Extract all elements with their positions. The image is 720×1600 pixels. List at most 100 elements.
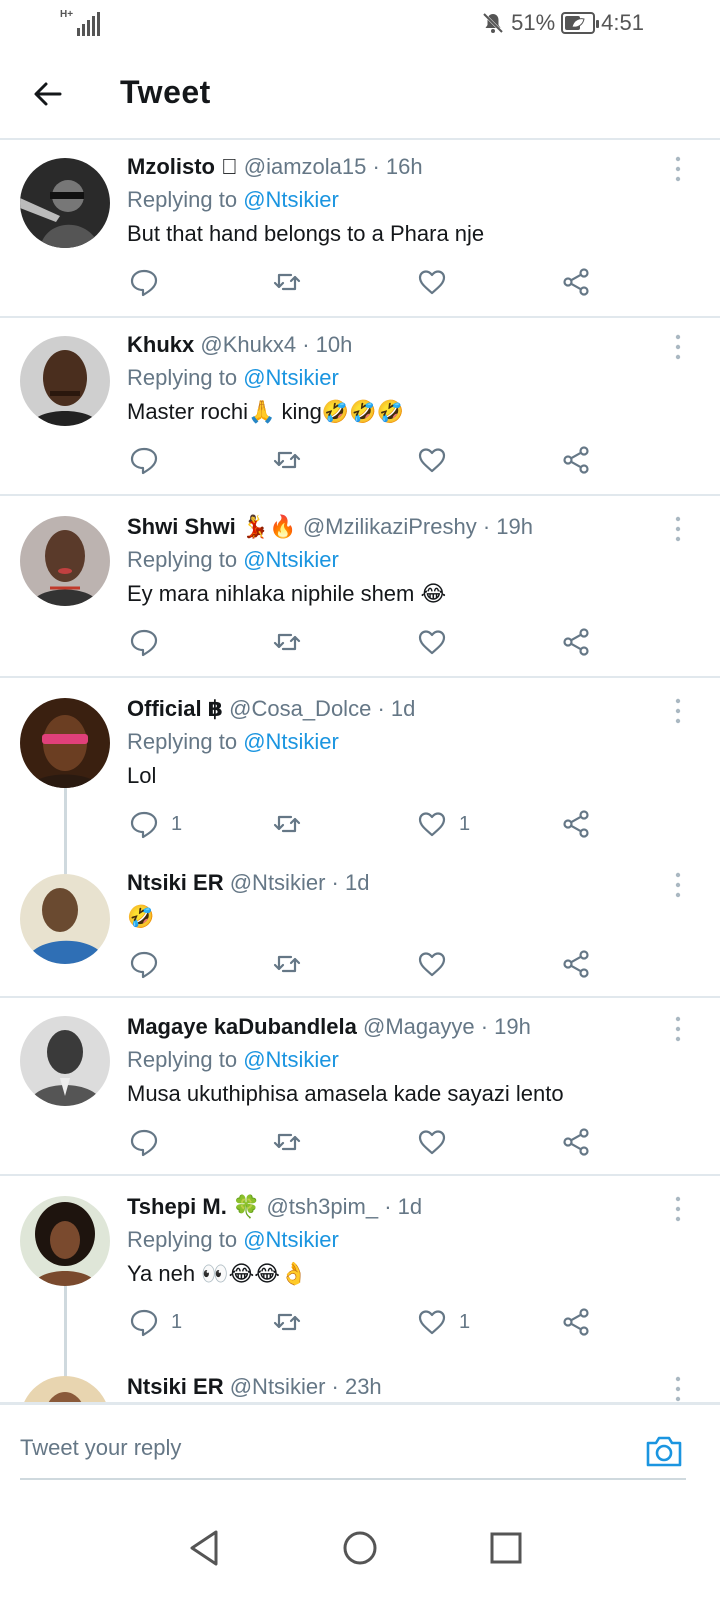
reply-button[interactable] (129, 262, 171, 302)
like-button[interactable] (417, 262, 459, 302)
share-button[interactable] (561, 804, 591, 844)
display-name[interactable]: Mzolisto  (127, 154, 238, 179)
more-options-button[interactable] (666, 332, 690, 362)
display-name[interactable]: Magaye kaDubandlela (127, 1014, 357, 1039)
like-button[interactable]: 1 (417, 1302, 470, 1342)
more-options-button[interactable] (666, 696, 690, 726)
display-name[interactable]: Shwi Shwi 💃🔥 (127, 514, 297, 539)
like-button[interactable] (417, 944, 459, 984)
more-vertical-icon (675, 698, 681, 724)
display-name[interactable]: Ntsiki ER (127, 870, 224, 895)
heart-icon (418, 1130, 446, 1155)
like-button[interactable] (417, 1122, 459, 1162)
tweet-item[interactable]: Mzolisto  @iamzola15 · 16h Replying to … (0, 140, 720, 318)
tweet-thread[interactable]: Tshepi M. 🍀 @tsh3pim_ · 1d Replying to @… (0, 1176, 720, 1402)
reply-count: 1 (171, 812, 183, 835)
display-name[interactable]: Khukx (127, 332, 194, 357)
more-options-button[interactable] (666, 1374, 690, 1402)
reply-feed[interactable]: Mzolisto  @iamzola15 · 16h Replying to … (0, 140, 720, 1402)
handle[interactable]: @iamzola15 (244, 154, 367, 179)
avatar[interactable] (20, 1016, 110, 1106)
tweet-actions (127, 944, 607, 984)
avatar[interactable] (20, 1376, 110, 1402)
network-type: H+ (60, 9, 74, 20)
share-button[interactable] (561, 1302, 591, 1342)
like-button[interactable] (417, 440, 459, 480)
mention-link[interactable]: @Ntsikier (243, 187, 339, 212)
more-options-button[interactable] (666, 1014, 690, 1044)
reply-button[interactable]: 1 (129, 804, 182, 844)
reply-icon (130, 1309, 158, 1337)
share-button[interactable] (561, 622, 591, 662)
tweet-item[interactable]: Shwi Shwi 💃🔥 @MzilikaziPreshy · 19h Repl… (0, 496, 720, 678)
timestamp: · 1d (331, 870, 370, 895)
reply-button[interactable] (129, 944, 171, 984)
replying-to: Replying to @Ntsikier (127, 727, 690, 757)
nav-home-button[interactable] (338, 1526, 382, 1570)
retweet-button[interactable] (272, 262, 302, 302)
retweet-button[interactable] (272, 440, 302, 480)
avatar[interactable] (20, 698, 110, 788)
more-options-button[interactable] (666, 514, 690, 544)
retweet-button[interactable] (272, 1302, 302, 1342)
retweet-button[interactable] (272, 1122, 302, 1162)
avatar[interactable] (20, 336, 110, 426)
replying-prefix: Replying to (127, 1227, 238, 1252)
more-options-button[interactable] (666, 1194, 690, 1224)
avatar[interactable] (20, 158, 110, 248)
reply-button[interactable] (129, 1122, 171, 1162)
avatar[interactable] (20, 1196, 110, 1286)
share-button[interactable] (561, 262, 591, 302)
display-name[interactable]: Official ฿ (127, 696, 223, 721)
handle[interactable]: @Magayye (363, 1014, 475, 1039)
camera-button[interactable] (644, 1433, 684, 1469)
retweet-button[interactable] (272, 622, 302, 662)
display-name[interactable]: Ntsiki ER (127, 1374, 224, 1399)
reply-button[interactable]: 1 (129, 1302, 182, 1342)
tweet-item[interactable]: Khukx @Khukx4 · 10h Replying to @Ntsikie… (0, 318, 720, 496)
like-button[interactable] (417, 622, 459, 662)
handle[interactable]: @Cosa_Dolce (229, 696, 371, 721)
share-icon (563, 268, 589, 296)
avatar[interactable] (20, 874, 110, 964)
mention-link[interactable]: @Ntsikier (243, 365, 339, 390)
handle[interactable]: @Khukx4 (200, 332, 296, 357)
thread-line (64, 1286, 67, 1378)
like-button[interactable]: 1 (417, 804, 470, 844)
handle[interactable]: @tsh3pim_ (266, 1194, 378, 1219)
tweet-thread[interactable]: Official ฿ @Cosa_Dolce · 1d Replying to … (0, 678, 720, 998)
replying-to: Replying to @Ntsikier (127, 185, 690, 215)
tweet-header: Tshepi M. 🍀 @tsh3pim_ · 1d (127, 1192, 690, 1222)
more-options-button[interactable] (666, 870, 690, 900)
retweet-icon (273, 815, 301, 833)
display-name[interactable]: Tshepi M. 🍀 (127, 1194, 260, 1219)
retweet-button[interactable] (272, 944, 302, 984)
reply-button[interactable] (129, 440, 171, 480)
avatar[interactable] (20, 516, 110, 606)
reply-icon (130, 447, 158, 475)
back-button[interactable] (30, 76, 66, 112)
more-options-button[interactable] (666, 154, 690, 184)
reply-input[interactable]: Tweet your reply (20, 1435, 181, 1461)
share-button[interactable] (561, 1122, 591, 1162)
like-count: 1 (459, 1310, 471, 1333)
mention-link[interactable]: @Ntsikier (243, 547, 339, 572)
share-button[interactable] (561, 440, 591, 480)
share-button[interactable] (561, 944, 591, 984)
reply-icon (130, 269, 158, 297)
timestamp: · 19h (480, 1014, 531, 1039)
mention-link[interactable]: @Ntsikier (243, 1227, 339, 1252)
mention-link[interactable]: @Ntsikier (243, 729, 339, 754)
timestamp: · 1d (377, 696, 416, 721)
mention-link[interactable]: @Ntsikier (243, 1047, 339, 1072)
tweet-item[interactable]: Magaye kaDubandlela @Magayye · 19h Reply… (0, 998, 720, 1176)
handle[interactable]: @Ntsikier (230, 870, 326, 895)
nav-recent-apps-button[interactable] (484, 1526, 528, 1570)
retweet-button[interactable] (272, 804, 302, 844)
reply-button[interactable] (129, 622, 171, 662)
handle[interactable]: @MzilikaziPreshy (303, 514, 477, 539)
handle[interactable]: @Ntsikier (230, 1374, 326, 1399)
nav-back-button[interactable] (184, 1526, 228, 1570)
reply-count: 1 (171, 1310, 183, 1333)
arrow-left-icon (34, 82, 62, 106)
